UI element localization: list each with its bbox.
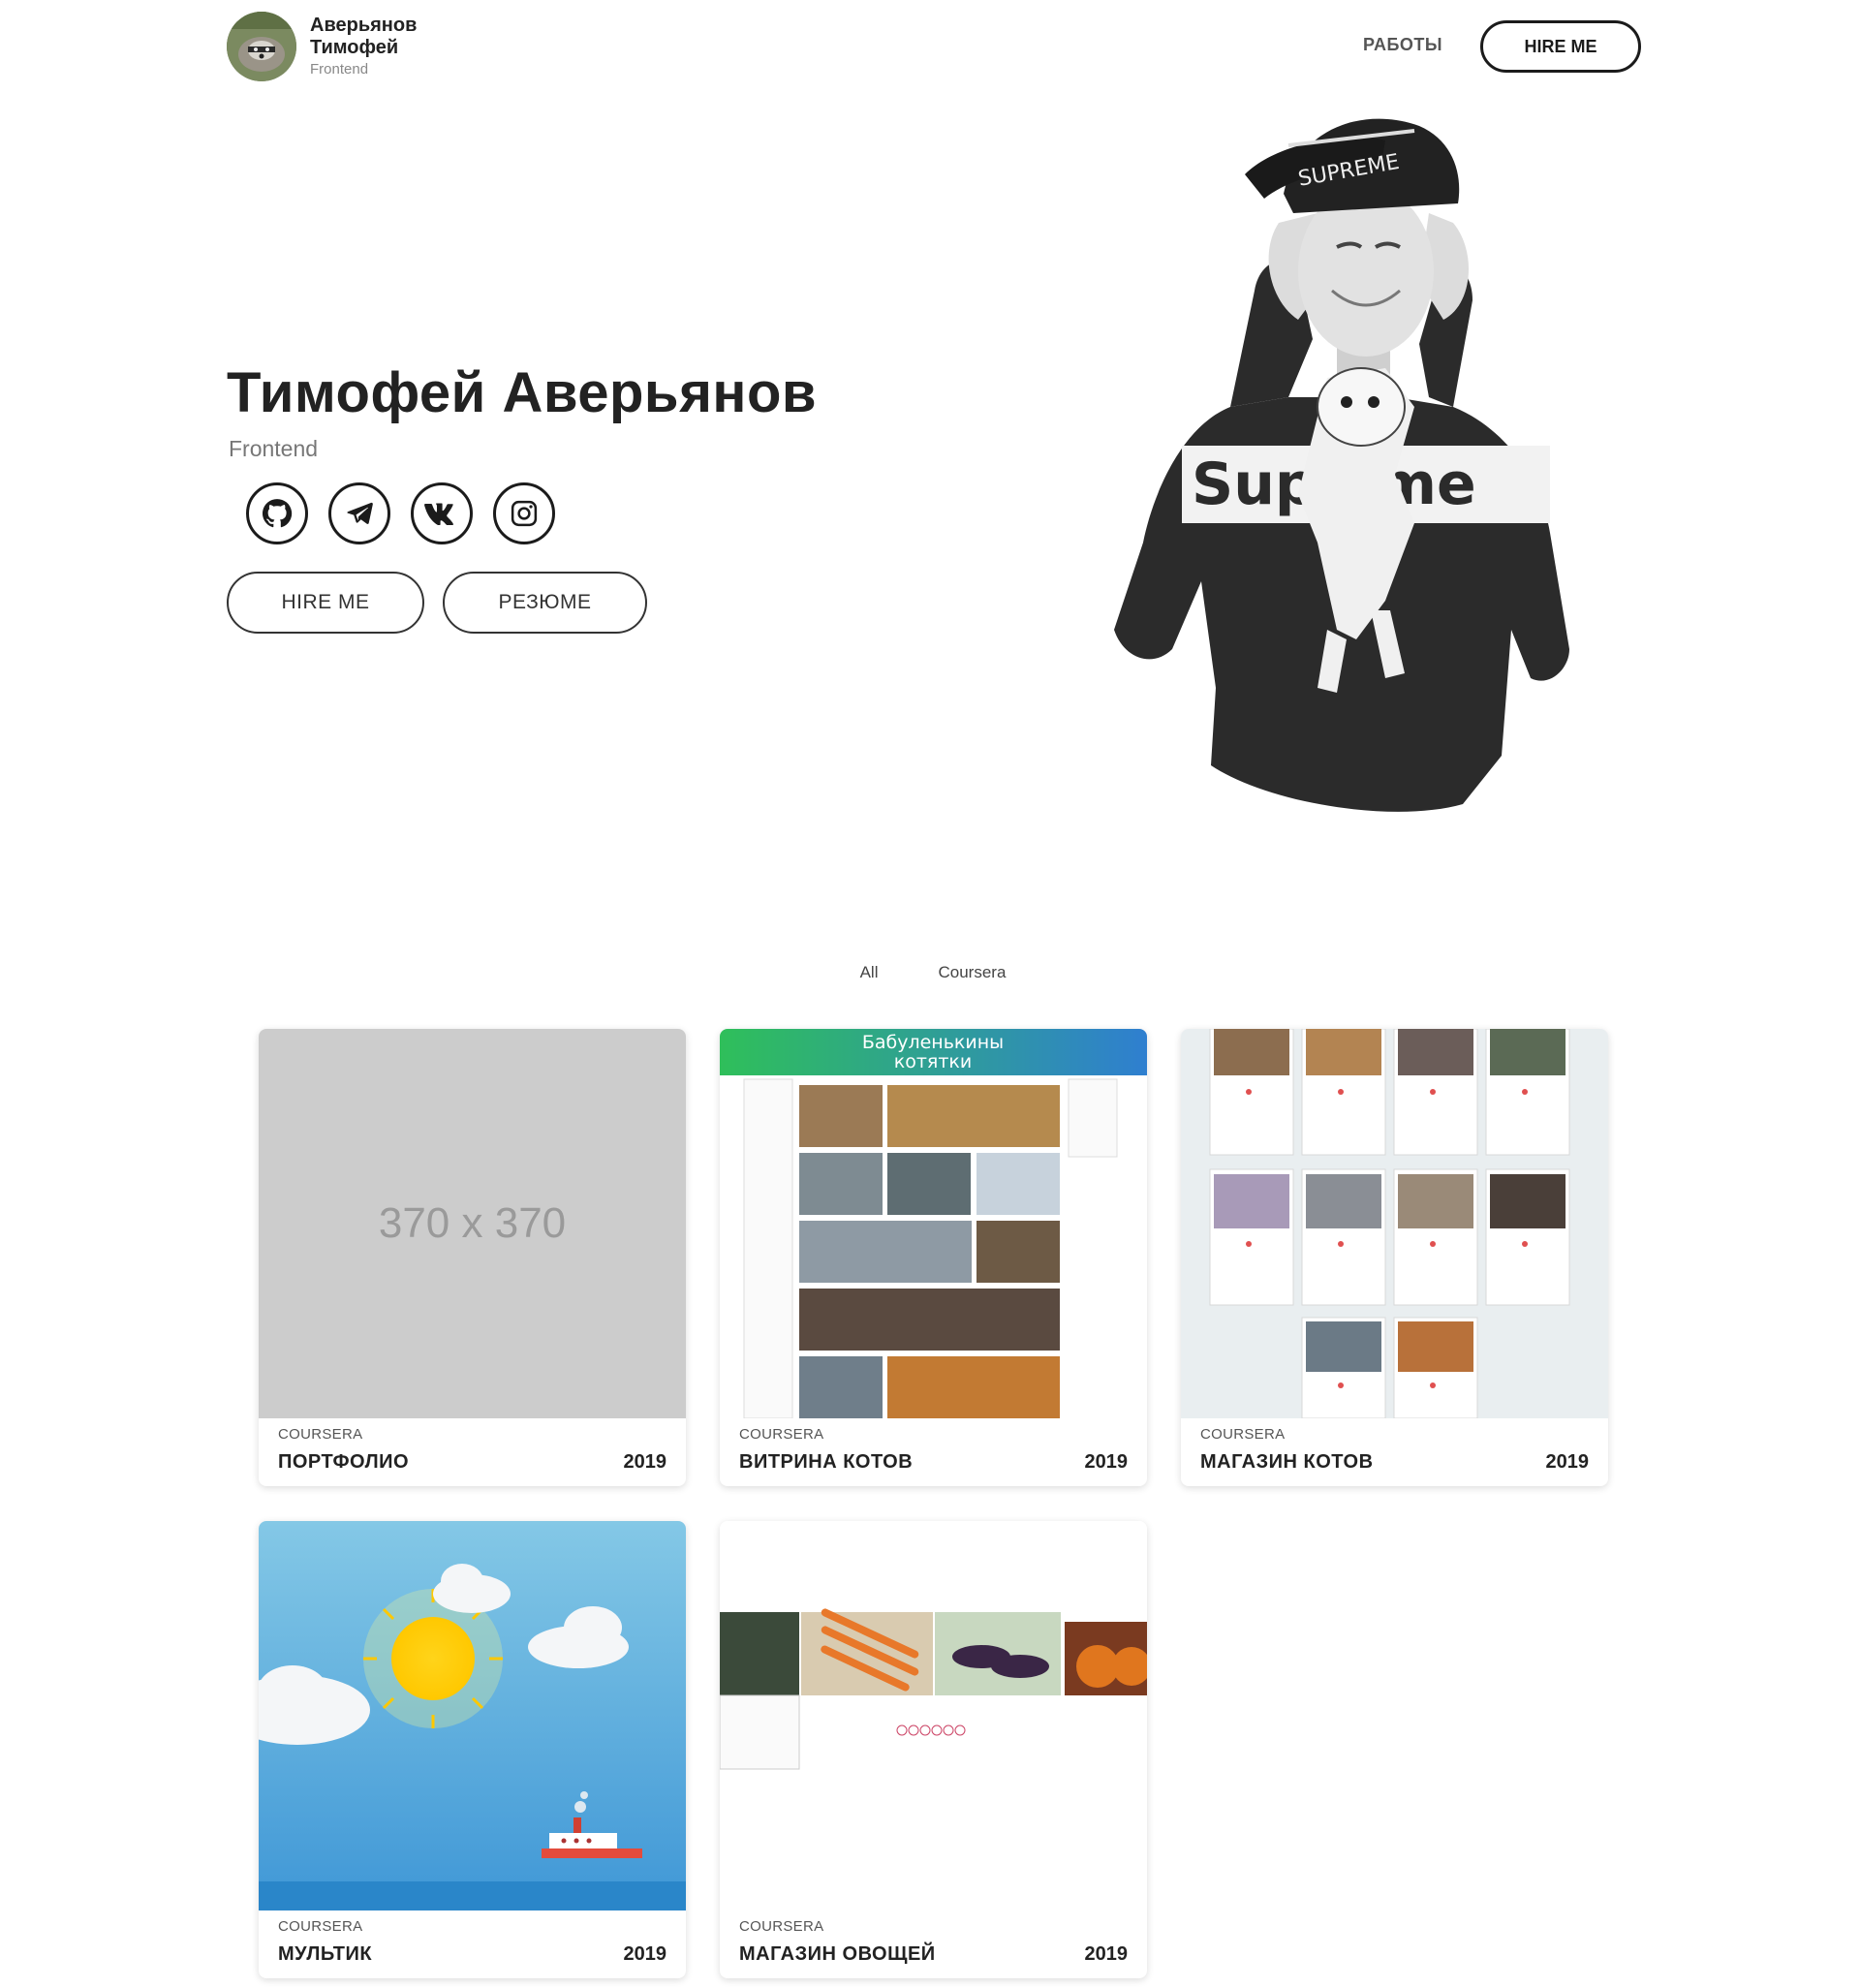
nav-hire-button[interactable]: HIRE ME <box>1480 20 1641 73</box>
project-card[interactable]: COURSERA МАГАЗИН КОТОВ 2019 <box>1181 1029 1608 1486</box>
instagram-icon[interactable] <box>493 482 555 544</box>
project-card[interactable]: 370 x 370 COURSERA ПОРТФОЛИО 2019 <box>259 1029 686 1486</box>
project-filters: All Coursera <box>0 963 1860 982</box>
brand-name-line2: Тимофей <box>310 37 399 59</box>
project-category: COURSERA <box>278 1918 363 1935</box>
brand[interactable]: Аверьянов Тимофей Frontend <box>227 12 417 81</box>
resume-button[interactable]: РЕЗЮМЕ <box>443 572 647 634</box>
filter-all[interactable]: All <box>860 963 879 982</box>
project-year: 2019 <box>1545 1451 1590 1473</box>
project-year: 2019 <box>1084 1451 1129 1473</box>
svg-text:котятки: котятки <box>894 1051 973 1072</box>
project-name: ПОРТФОЛИО <box>278 1451 410 1473</box>
project-thumbnail: 370 x 370 <box>259 1029 686 1418</box>
project-thumbnail <box>259 1521 686 1910</box>
hero-portrait: ЅUPREME Sup eme <box>1046 87 1647 916</box>
svg-text:Бабуленькины: Бабуленькины <box>862 1032 1004 1053</box>
project-name: МУЛЬТИК <box>278 1943 373 1965</box>
project-year: 2019 <box>1084 1943 1129 1965</box>
avatar <box>227 12 296 81</box>
placeholder-text: 370 x 370 <box>378 1199 567 1247</box>
site-header: Аверьянов Тимофей Frontend РАБОТЫ HIRE M… <box>227 12 1641 89</box>
project-card[interactable]: COURSERA МАГАЗИН ОВОЩЕЙ 2019 <box>720 1521 1147 1978</box>
hero-title: Тимофей Аверьянов <box>227 361 818 424</box>
brand-role: Frontend <box>310 61 369 78</box>
social-links <box>246 482 555 544</box>
hero-hire-button[interactable]: HIRE ME <box>227 572 424 634</box>
project-thumbnail <box>1181 1029 1608 1418</box>
github-icon[interactable] <box>246 482 308 544</box>
telegram-icon[interactable] <box>328 482 390 544</box>
project-category: COURSERA <box>1200 1426 1286 1443</box>
project-card[interactable]: COURSERA МУЛЬТИК 2019 <box>259 1521 686 1978</box>
project-name: МАГАЗИН КОТОВ <box>1200 1451 1374 1473</box>
vk-icon[interactable] <box>411 482 473 544</box>
project-year: 2019 <box>623 1451 667 1473</box>
nav-works-link[interactable]: РАБОТЫ <box>1363 35 1442 55</box>
project-category: COURSERA <box>739 1918 824 1935</box>
brand-name-line1: Аверьянов <box>310 15 418 37</box>
project-category: COURSERA <box>278 1426 363 1443</box>
project-name: МАГАЗИН ОВОЩЕЙ <box>739 1943 936 1965</box>
project-category: COURSERA <box>739 1426 824 1443</box>
project-thumbnail: Бабуленькины котятки <box>720 1029 1147 1418</box>
project-card[interactable]: Бабуленькины котятки COURSERA ВИТРИНА КО… <box>720 1029 1147 1486</box>
project-thumbnail <box>720 1521 1147 1910</box>
filter-coursera[interactable]: Coursera <box>938 963 1006 982</box>
project-name: ВИТРИНА КОТОВ <box>739 1451 914 1473</box>
project-year: 2019 <box>623 1943 667 1965</box>
hero-subtitle: Frontend <box>229 436 319 461</box>
